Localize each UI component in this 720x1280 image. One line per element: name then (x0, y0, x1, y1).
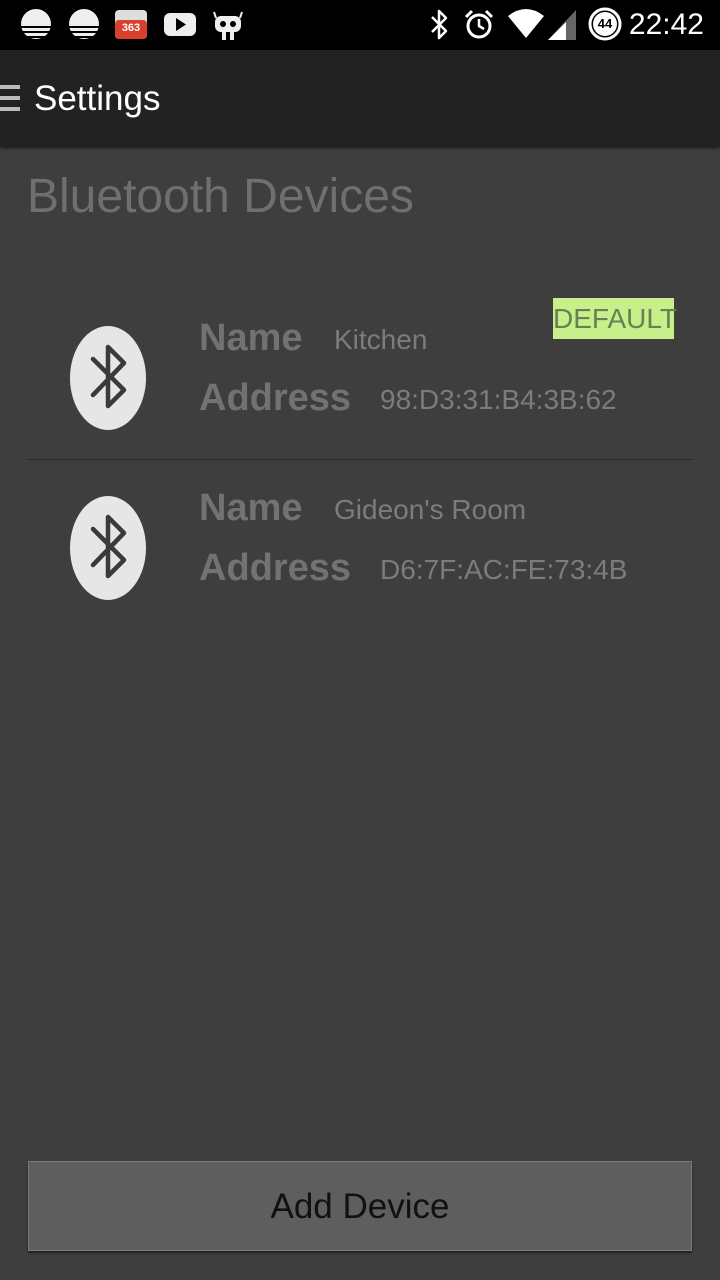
signal-icon (548, 10, 576, 40)
device-item[interactable]: Name Gideon's Room Address D6:7F:AC:FE:7… (27, 460, 693, 630)
youtube-icon (164, 13, 196, 36)
device-name: Kitchen (334, 324, 428, 355)
bluetooth-icon (70, 326, 146, 430)
add-device-button[interactable]: Add Device (28, 1161, 692, 1251)
menu-icon[interactable] (0, 85, 20, 113)
alarm-icon (464, 9, 494, 39)
device-address-label: Address (199, 377, 352, 419)
device-item[interactable]: Name Kitchen Address 98:D3:31:B4:3B:62 D… (27, 290, 693, 460)
weather-icon (21, 9, 51, 39)
device-address: D6:7F:AC:FE:73:4B (380, 554, 628, 585)
device-name-label: Name (199, 317, 303, 359)
battery-level: 44 (597, 16, 613, 31)
default-badge: DEFAULT (553, 298, 677, 339)
page-title: Bluetooth Devices (27, 170, 414, 223)
android-icon (213, 11, 243, 40)
bluetooth-icon (431, 9, 448, 40)
battery-icon: 44 (588, 7, 622, 41)
weather-icon (69, 9, 99, 39)
notification-badge-count: 363 (121, 22, 141, 34)
device-name-label: Name (199, 487, 303, 529)
status-bar: 363 44 22:42 (0, 0, 720, 50)
status-time: 22:42 (628, 8, 704, 41)
device-address: 98:D3:31:B4:3B:62 (380, 384, 617, 415)
calendar-badge-icon: 363 (114, 8, 148, 40)
device-address-label: Address (199, 547, 352, 589)
action-bar-title[interactable]: Settings (34, 78, 160, 120)
action-bar: Settings (0, 50, 720, 146)
bluetooth-icon (70, 496, 146, 600)
device-name: Gideon's Room (334, 494, 527, 525)
wifi-icon (508, 9, 544, 38)
